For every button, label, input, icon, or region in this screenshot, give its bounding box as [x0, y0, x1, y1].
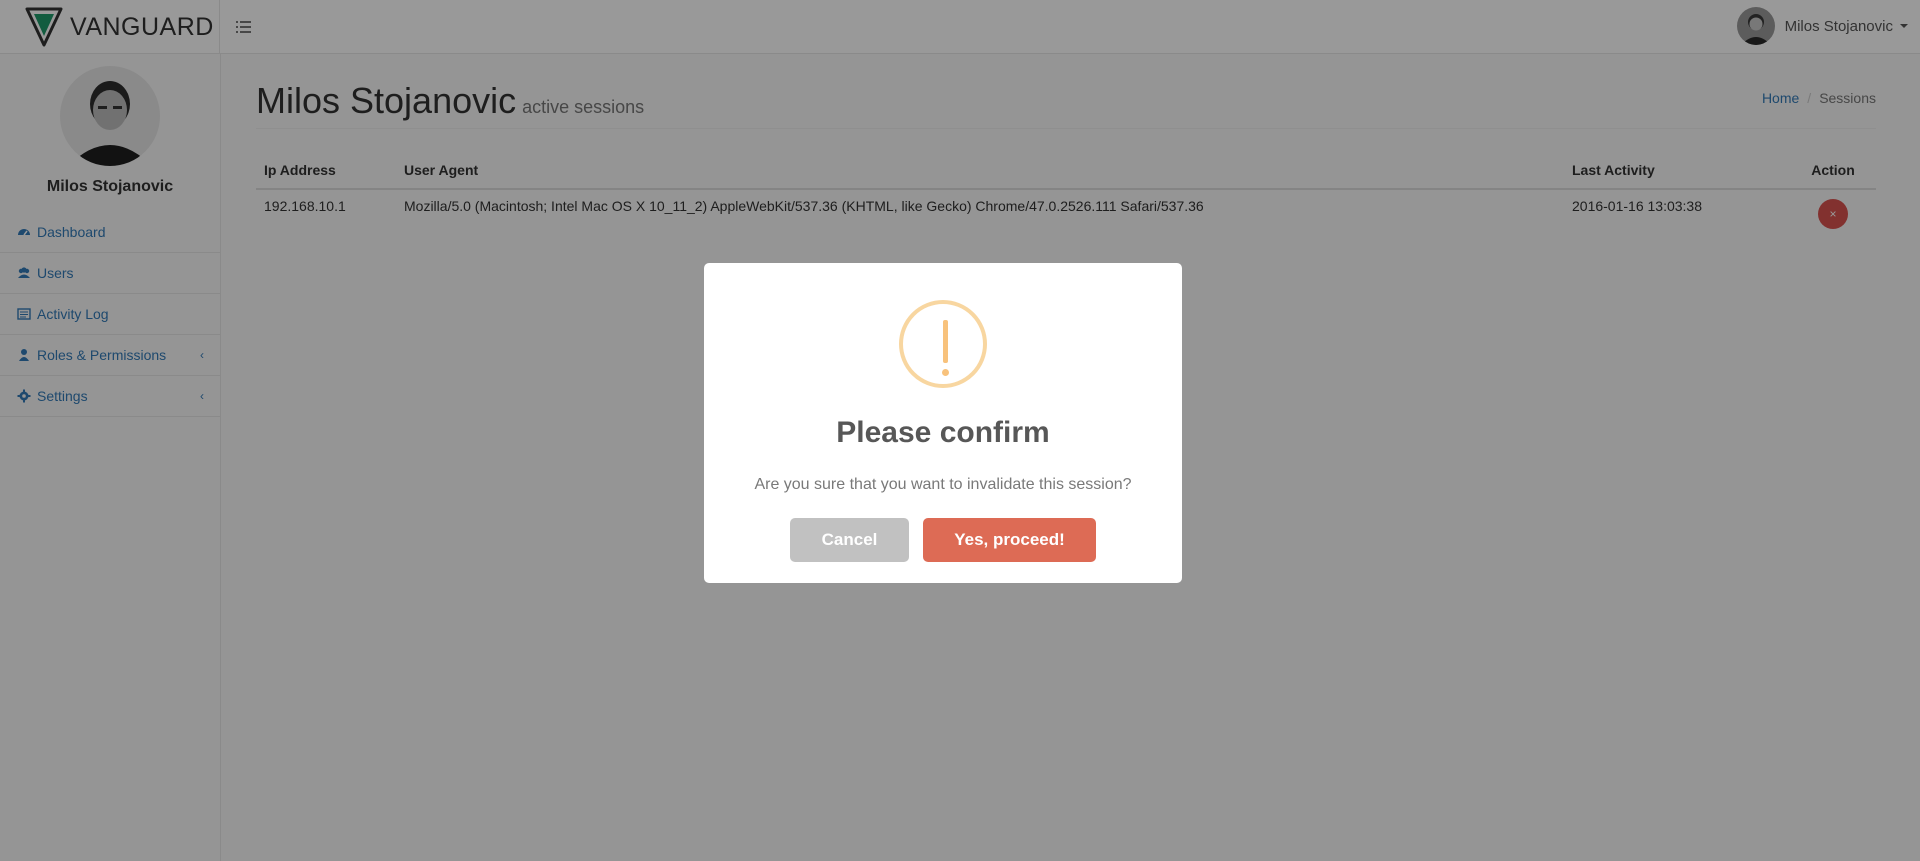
confirm-button[interactable]: Yes, proceed! [923, 518, 1096, 562]
dialog-buttons: Cancel Yes, proceed! [704, 518, 1182, 562]
dialog-title: Please confirm [836, 416, 1050, 449]
cancel-button[interactable]: Cancel [790, 518, 909, 562]
confirm-dialog: Please confirm Are you sure that you wan… [704, 263, 1182, 583]
warning-icon [899, 300, 987, 388]
dialog-message: Are you sure that you want to invalidate… [754, 476, 1132, 493]
